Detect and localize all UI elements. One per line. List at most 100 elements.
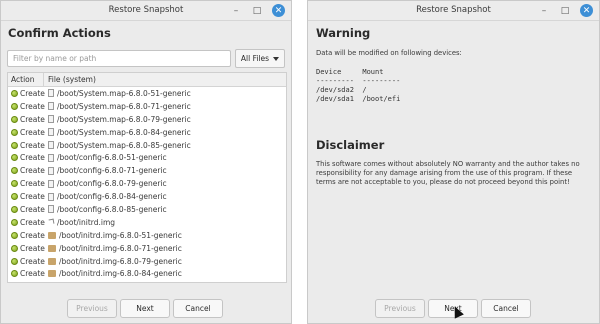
table-row[interactable]: Create/boot/config-6.8.0-85-generic bbox=[8, 203, 286, 216]
file-path: /boot/System.map-6.8.0-79-generic bbox=[57, 114, 191, 124]
table-row[interactable]: Create/boot/System.map-6.8.0-71-generic bbox=[8, 100, 286, 113]
file-path: /boot/config-6.8.0-84-generic bbox=[57, 192, 167, 202]
action-cell: Create bbox=[8, 101, 45, 111]
table-row[interactable]: Create/boot/initrd.img-6.8.0-71-generic bbox=[8, 242, 286, 255]
action-cell: Create bbox=[8, 218, 45, 227]
minimize-button[interactable]: – bbox=[230, 5, 242, 17]
file-path: /boot/initrd.img-6.8.0-51-generic bbox=[59, 230, 182, 240]
action-label: Create bbox=[20, 230, 45, 240]
previous-button[interactable]: Previous bbox=[67, 299, 117, 318]
file-cell: /boot/System.map-6.8.0-51-generic bbox=[44, 89, 191, 98]
action-cell: Create bbox=[8, 257, 45, 266]
archive-icon bbox=[48, 257, 56, 265]
file-icon bbox=[48, 166, 54, 175]
column-header-file[interactable]: File (system) bbox=[44, 73, 286, 86]
table-row[interactable]: Create/boot/config-6.8.0-79-generic bbox=[8, 177, 286, 190]
caret-down-icon bbox=[273, 56, 280, 61]
table-body: Create/boot/System.map-6.8.0-51-generic C… bbox=[8, 87, 286, 280]
previous-button[interactable]: Previous bbox=[375, 299, 425, 318]
file-cell: /boot/config-6.8.0-79-generic bbox=[44, 179, 167, 188]
action-cell: Create bbox=[8, 153, 45, 162]
table-row[interactable]: Create/boot/System.map-6.8.0-84-generic bbox=[8, 126, 286, 139]
status-dot-icon bbox=[11, 244, 18, 252]
cancel-button[interactable]: Cancel bbox=[173, 299, 223, 318]
file-filter-dropdown[interactable]: All Files bbox=[235, 49, 285, 68]
file-icon bbox=[48, 115, 54, 124]
table-row[interactable]: Create/boot/config-6.8.0-84-generic bbox=[8, 190, 286, 203]
actions-table[interactable]: Action File (system) Create/boot/System.… bbox=[7, 72, 287, 283]
action-label: Create bbox=[20, 101, 45, 111]
table-row[interactable]: Create/boot/config-6.8.0-71-generic bbox=[8, 164, 286, 177]
close-button[interactable]: ✕ bbox=[580, 4, 593, 17]
disclaimer-text: This software comes without absolutely N… bbox=[316, 160, 580, 186]
filter-input[interactable] bbox=[7, 50, 231, 67]
file-icon bbox=[48, 153, 54, 162]
file-cell: /boot/initrd.img-6.8.0-51-generic bbox=[44, 231, 182, 240]
status-dot-icon bbox=[11, 218, 18, 226]
file-icon bbox=[48, 192, 54, 201]
action-cell: Create bbox=[8, 269, 45, 279]
table-row[interactable]: Create/boot/initrd.img-6.8.0-51-generic bbox=[8, 229, 286, 242]
column-header-action[interactable]: Action bbox=[8, 73, 44, 86]
table-row[interactable]: Create/boot/System.map-6.8.0-85-generic bbox=[8, 139, 286, 152]
file-cell: /boot/config-6.8.0-51-generic bbox=[44, 153, 167, 162]
table-row[interactable]: Create/boot/initrd.img-6.8.0-79-generic bbox=[8, 255, 286, 268]
title-bar: Restore Snapshot – □ ✕ bbox=[1, 1, 291, 21]
file-cell: /boot/config-6.8.0-71-generic bbox=[44, 166, 167, 175]
file-icon bbox=[48, 102, 54, 111]
page-title: Confirm Actions bbox=[8, 26, 111, 40]
action-label: Create bbox=[20, 127, 45, 137]
status-dot-icon bbox=[11, 154, 18, 162]
next-button[interactable]: Next bbox=[120, 299, 170, 318]
file-icon bbox=[48, 89, 54, 98]
status-dot-icon bbox=[11, 102, 18, 110]
action-label: Create bbox=[20, 269, 45, 279]
status-dot-icon bbox=[11, 115, 18, 123]
file-cell: /boot/System.map-6.8.0-85-generic bbox=[44, 141, 191, 150]
file-cell: /boot/config-6.8.0-85-generic bbox=[44, 205, 167, 214]
table-row[interactable]: Create/boot/initrd.img bbox=[8, 216, 286, 229]
maximize-button[interactable]: □ bbox=[559, 5, 571, 17]
action-cell: Create bbox=[8, 127, 45, 137]
table-row[interactable]: Create/boot/config-6.8.0-51-generic bbox=[8, 151, 286, 164]
file-path: /boot/initrd.img-6.8.0-71-generic bbox=[59, 243, 182, 253]
cancel-button[interactable]: Cancel bbox=[481, 299, 531, 318]
warning-text: Data will be modified on following devic… bbox=[316, 49, 462, 57]
file-path: /boot/config-6.8.0-79-generic bbox=[57, 179, 167, 189]
table-row[interactable]: Create/boot/System.map-6.8.0-79-generic bbox=[8, 113, 286, 126]
action-cell: Create bbox=[8, 204, 45, 214]
file-path: /boot/config-6.8.0-51-generic bbox=[57, 153, 167, 163]
status-dot-icon bbox=[11, 167, 18, 175]
action-cell: Create bbox=[8, 141, 45, 150]
warning-heading: Warning bbox=[316, 26, 371, 40]
status-dot-icon bbox=[11, 89, 18, 97]
action-label: Create bbox=[20, 192, 45, 202]
warning-window: Restore Snapshot – □ ✕ Warning Data will… bbox=[307, 0, 600, 324]
file-path: /boot/initrd.img-6.8.0-84-generic bbox=[59, 269, 182, 279]
file-cell: /boot/initrd.img-6.8.0-84-generic bbox=[44, 269, 182, 278]
table-row[interactable]: Create/boot/System.map-6.8.0-51-generic bbox=[8, 87, 286, 100]
archive-icon bbox=[48, 244, 56, 252]
close-button[interactable]: ✕ bbox=[272, 4, 285, 17]
dropdown-label: All Files bbox=[240, 54, 270, 63]
status-dot-icon bbox=[11, 205, 18, 213]
file-cell: /boot/System.map-6.8.0-71-generic bbox=[44, 102, 191, 111]
minimize-button[interactable]: – bbox=[538, 5, 550, 17]
file-icon bbox=[48, 128, 54, 137]
status-dot-icon bbox=[11, 257, 18, 265]
device-table: Device Mount --------- --------- /dev/sd… bbox=[316, 68, 401, 103]
maximize-button[interactable]: □ bbox=[251, 5, 263, 17]
file-icon bbox=[48, 141, 54, 149]
action-label: Create bbox=[20, 204, 45, 214]
status-dot-icon bbox=[11, 141, 18, 149]
action-cell: Create bbox=[8, 230, 45, 240]
file-icon bbox=[48, 179, 54, 188]
file-cell: /boot/initrd.img-6.8.0-79-generic bbox=[44, 257, 182, 266]
file-path: /boot/System.map-6.8.0-85-generic bbox=[57, 140, 191, 150]
file-cell: /boot/initrd.img-6.8.0-71-generic bbox=[44, 244, 182, 253]
table-row[interactable]: Create/boot/initrd.img-6.8.0-84-generic bbox=[8, 267, 286, 280]
file-path: /boot/config-6.8.0-85-generic bbox=[57, 204, 167, 214]
action-label: Create bbox=[20, 166, 45, 176]
action-label: Create bbox=[20, 88, 45, 98]
archive-icon bbox=[48, 231, 56, 239]
